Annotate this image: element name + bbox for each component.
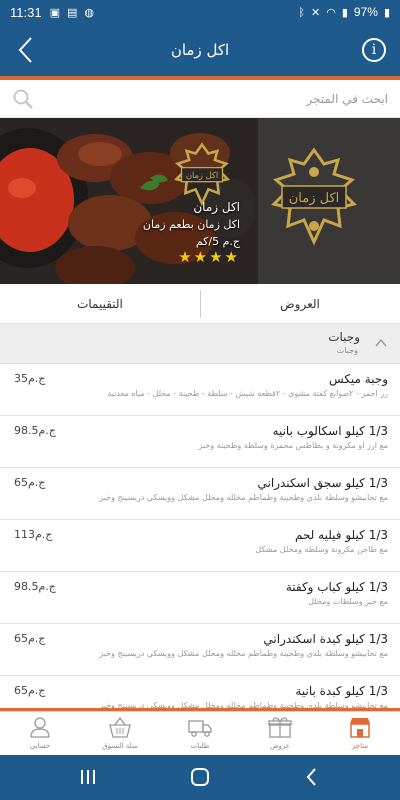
item-name: 1/3 كيلو كباب وكفتة	[285, 580, 388, 594]
search-bar	[0, 80, 400, 118]
wifi-icon: ◠	[326, 5, 336, 19]
item-price: 65ج.م	[14, 476, 46, 489]
item-description: مع تحابيشو وسلطة بلدي وطحينة وطماطم مخلل…	[99, 493, 388, 502]
item-description: مع تحابيشو وسلطة بلدي وطحينة وطماطم مخلل…	[99, 649, 388, 658]
list-item[interactable]: 1/3 كيلو سجق اسكندراني مع تحابيشو وسلطة …	[0, 468, 400, 520]
nav-label: عروض	[270, 742, 290, 750]
gift-icon	[268, 717, 292, 738]
item-name: وجبة ميكس	[328, 372, 388, 386]
battery-level: 97%	[353, 5, 378, 19]
system-navigation-bar	[0, 755, 400, 800]
nav-label: حسابي	[29, 742, 51, 750]
store-tabs: العروض التقييمات	[0, 284, 400, 324]
store-logo-large: اكل زمان	[271, 147, 357, 246]
mute-icon: ✕	[311, 5, 321, 19]
bottom-navigation: متاجر عروض طلبات سلة التسوق حسابي	[0, 711, 400, 755]
bluetooth-icon: ᛒ	[298, 5, 306, 19]
list-item[interactable]: 1/3 كيلو كباب وكفتة مع خبز وسلطات ومخلل …	[0, 572, 400, 624]
recent-apps-button[interactable]	[76, 766, 100, 788]
nav-offers[interactable]: عروض	[240, 712, 320, 756]
notification-icon: ▣	[49, 5, 60, 19]
item-price: 98.5ج.م	[14, 580, 56, 593]
battery-icon: ▮	[383, 5, 390, 19]
nav-label: متاجر	[351, 742, 369, 750]
signal-icon: ▮	[341, 5, 348, 19]
user-icon	[30, 717, 50, 738]
item-price: 35ج.م	[14, 372, 46, 385]
nav-label: سلة التسوق	[102, 742, 138, 750]
item-name: 1/3 كيلو كبدة بانية	[295, 684, 388, 698]
delivery-fee: ج.م 5/كم	[195, 235, 240, 248]
store-logo-small: اكل زمان	[173, 142, 231, 206]
nav-orders[interactable]: طلبات	[160, 712, 240, 756]
category-header[interactable]: وجبات وجبات	[0, 324, 400, 364]
list-item[interactable]: 1/3 كيلو كبدة بانية مع تحابيشو وسلطة بلد…	[0, 676, 400, 710]
info-icon: i	[371, 42, 377, 58]
list-item[interactable]: وجبة ميكس رز احمر - ٢صوابع كفتة مشوى - ٢…	[0, 364, 400, 416]
nav-label: طلبات	[190, 742, 210, 750]
item-price: 113ج.م	[14, 528, 53, 541]
nav-account[interactable]: حسابي	[0, 712, 80, 756]
svg-text:اكل زمان: اكل زمان	[186, 170, 218, 180]
category-subtitle: وجبات	[336, 346, 358, 355]
svg-text:اكل زمان: اكل زمان	[289, 191, 340, 206]
status-bar: 11:31 ▣ ▤ ◍ ᛒ ✕ ◠ ▮ 97% ▮	[0, 0, 400, 24]
tab-offers[interactable]: العروض	[200, 284, 400, 324]
list-item[interactable]: 1/3 كيلو فيليه لحم مع طاجن مكرونة وسلطة …	[0, 520, 400, 572]
item-price: 65ج.م	[14, 684, 46, 697]
menu-item-list: وجبة ميكس رز احمر - ٢صوابع كفتة مشوى - ٢…	[0, 364, 400, 710]
store-banner: اكل زمان اكل زمان اكل زمان اكل زمان بطعم…	[0, 118, 400, 284]
item-name: 1/3 كيلو كبدة اسكندراني	[263, 632, 388, 646]
item-name: 1/3 كيلو سجق اسكندراني	[257, 476, 388, 490]
item-price: 98.5ج.م	[14, 424, 56, 437]
item-name: 1/3 كيلو اسكالوب بانيه	[272, 424, 388, 438]
store-name: اكل زمان	[193, 200, 240, 214]
info-button[interactable]: i	[362, 38, 386, 62]
delivery-truck-icon	[188, 720, 212, 737]
item-description: رز احمر - ٢صوابع كفتة مشوى - ٢قطعة شيش -…	[107, 389, 388, 398]
home-button[interactable]	[188, 766, 212, 788]
item-price: 65ج.م	[14, 632, 46, 645]
store-tagline: اكل زمان بطعم زمان	[142, 218, 240, 231]
page-title: اكل زمان	[170, 41, 230, 59]
rating-stars: ★★★★	[178, 248, 240, 266]
tab-reviews[interactable]: التقييمات	[0, 284, 200, 324]
item-description: مع ارز او مكرونة و بطاطس محمرة وسلطة وطح…	[198, 441, 388, 450]
status-time: 11:31	[10, 4, 42, 20]
image-notification-icon: ▤	[66, 5, 78, 19]
chevron-up-icon[interactable]	[374, 336, 388, 350]
nav-cart[interactable]: سلة التسوق	[80, 712, 160, 756]
list-item[interactable]: 1/3 كيلو كبدة اسكندراني مع تحابيشو وسلطة…	[0, 624, 400, 676]
back-nav-button[interactable]	[300, 766, 324, 788]
item-description: مع طاجن مكرونة وسلطة ومخلل مشكل	[255, 545, 388, 554]
nav-stores[interactable]: متاجر	[320, 712, 400, 756]
app-notification-icon: ◍	[84, 5, 94, 19]
tab-divider	[200, 290, 201, 318]
search-icon[interactable]	[12, 88, 34, 110]
basket-icon	[109, 716, 131, 738]
store-icon	[350, 718, 370, 738]
category-name: وجبات	[328, 330, 360, 344]
list-item[interactable]: 1/3 كيلو اسكالوب بانيه مع ارز او مكرونة …	[0, 416, 400, 468]
item-name: 1/3 كيلو فيليه لحم	[294, 528, 388, 542]
item-description: مع خبز وسلطات ومخلل	[308, 597, 388, 606]
app-bar: اكل زمان i	[0, 24, 400, 76]
search-input[interactable]	[40, 86, 388, 112]
